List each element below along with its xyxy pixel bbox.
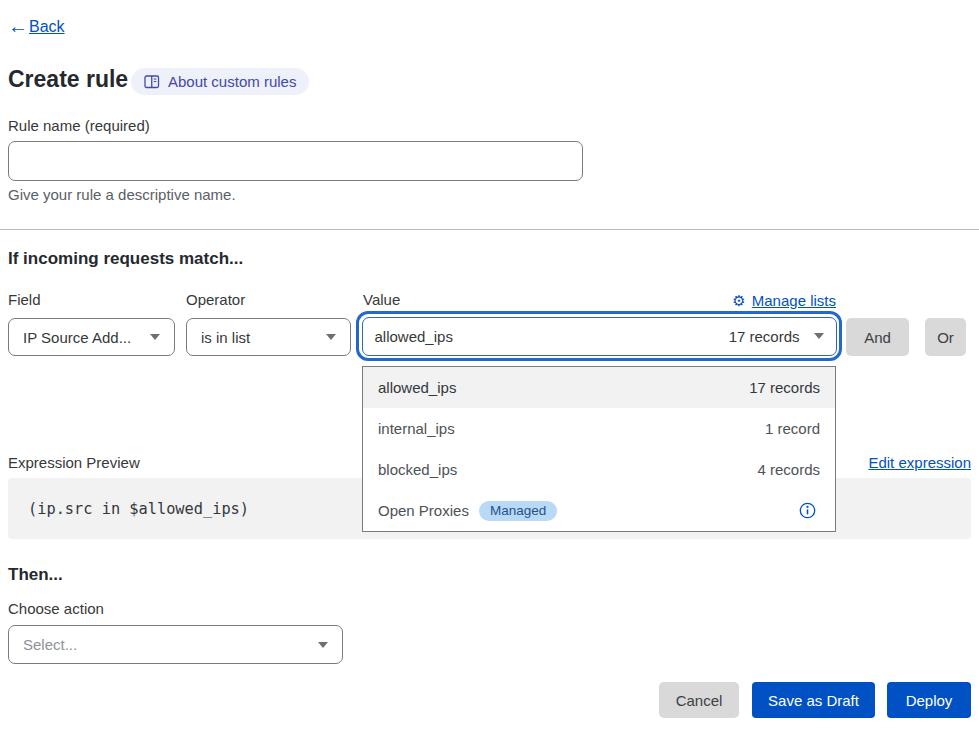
value-label: Value bbox=[363, 291, 400, 308]
rule-name-input[interactable] bbox=[8, 141, 583, 181]
list-option-blocked-ips[interactable]: blocked_ips 4 records bbox=[363, 449, 835, 490]
operator-caret-icon bbox=[326, 334, 336, 340]
expression-code: (ip.src in $allowed_ips) bbox=[28, 500, 249, 518]
action-select[interactable]: Select... bbox=[8, 625, 343, 664]
gear-icon: ⚙ bbox=[732, 293, 745, 308]
rule-name-label: Rule name (required) bbox=[8, 117, 150, 134]
list-option-meta: 1 record bbox=[765, 420, 820, 437]
back-arrow-icon: ← bbox=[8, 16, 28, 36]
manage-lists[interactable]: ⚙ Manage lists bbox=[732, 292, 836, 309]
operator-select[interactable]: is in list bbox=[186, 318, 351, 356]
list-option-open-proxies[interactable]: Open Proxies Managed bbox=[363, 490, 835, 531]
list-option-name: Open Proxies bbox=[378, 502, 469, 519]
field-select-value: IP Source Add... bbox=[23, 329, 150, 346]
managed-badge: Managed bbox=[479, 501, 557, 521]
operator-select-value: is in list bbox=[201, 329, 326, 346]
book-icon bbox=[144, 75, 160, 89]
list-option-name: internal_ips bbox=[378, 420, 765, 437]
back-link[interactable]: ←Back bbox=[8, 17, 65, 37]
or-button[interactable]: Or bbox=[925, 318, 966, 356]
list-option-name: blocked_ips bbox=[378, 461, 757, 478]
list-option-allowed-ips[interactable]: allowed_ips 17 records bbox=[363, 367, 835, 408]
value-caret-icon bbox=[814, 333, 824, 339]
list-option-internal-ips[interactable]: internal_ips 1 record bbox=[363, 408, 835, 449]
page-title: Create rule bbox=[8, 66, 128, 93]
list-option-meta: 4 records bbox=[757, 461, 820, 478]
value-select-meta: 17 records bbox=[729, 328, 800, 345]
action-select-placeholder: Select... bbox=[23, 636, 318, 653]
about-custom-rules-badge[interactable]: About custom rules bbox=[131, 68, 309, 95]
match-section-heading: If incoming requests match... bbox=[8, 249, 243, 269]
info-icon[interactable] bbox=[799, 502, 816, 519]
expression-preview-label: Expression Preview bbox=[8, 454, 140, 471]
list-dropdown-menu: allowed_ips 17 records internal_ips 1 re… bbox=[362, 366, 836, 532]
field-caret-icon bbox=[150, 334, 160, 340]
list-option-name: allowed_ips bbox=[378, 379, 749, 396]
back-link-label[interactable]: Back bbox=[29, 18, 65, 36]
value-select-value: allowed_ips bbox=[375, 328, 729, 345]
edit-expression-link[interactable]: Edit expression bbox=[868, 454, 971, 471]
section-divider bbox=[0, 229, 979, 230]
field-label: Field bbox=[8, 291, 41, 308]
manage-lists-link[interactable]: Manage lists bbox=[752, 292, 836, 309]
about-custom-rules-label: About custom rules bbox=[168, 73, 296, 90]
field-select[interactable]: IP Source Add... bbox=[8, 318, 175, 356]
operator-label: Operator bbox=[186, 291, 245, 308]
list-option-meta: 17 records bbox=[749, 379, 820, 396]
and-button[interactable]: And bbox=[846, 318, 909, 356]
deploy-button[interactable]: Deploy bbox=[887, 682, 971, 718]
action-caret-icon bbox=[318, 642, 328, 648]
save-as-draft-button[interactable]: Save as Draft bbox=[752, 682, 875, 718]
cancel-button[interactable]: Cancel bbox=[659, 682, 739, 718]
then-section-heading: Then... bbox=[8, 565, 63, 585]
choose-action-label: Choose action bbox=[8, 600, 104, 617]
value-select[interactable]: allowed_ips 17 records bbox=[356, 311, 842, 361]
rule-name-helper: Give your rule a descriptive name. bbox=[8, 186, 236, 203]
